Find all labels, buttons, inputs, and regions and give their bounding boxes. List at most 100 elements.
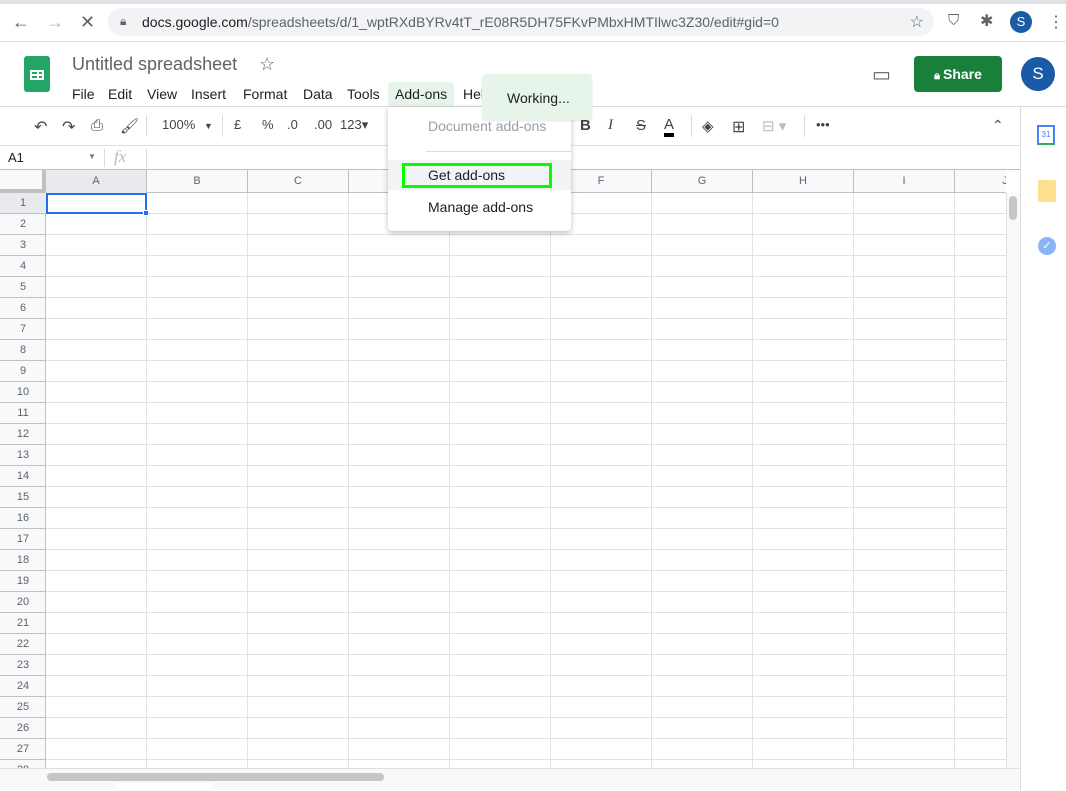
currency-button[interactable]: £ <box>234 117 241 132</box>
row-header-20[interactable]: 20 <box>0 592 46 613</box>
row-header-1[interactable]: 1 <box>0 193 46 214</box>
row-header-19[interactable]: 19 <box>0 571 46 592</box>
browser-menu-icon[interactable]: ⋮ <box>1048 12 1064 32</box>
row-header-25[interactable]: 25 <box>0 697 46 718</box>
spreadsheet-grid[interactable]: ABCDEFGHIJ 12345678910111213141516171819… <box>0 170 1006 768</box>
increase-decimal-button[interactable]: .00 <box>314 117 332 132</box>
row-header-6[interactable]: 6 <box>0 298 46 319</box>
borders-icon[interactable]: ⊞ <box>732 117 745 137</box>
cells-area[interactable] <box>46 193 1006 768</box>
tab-strip <box>0 0 1066 4</box>
fill-color-icon[interactable]: ◈ <box>702 117 714 135</box>
keep-icon[interactable] <box>1038 180 1056 202</box>
side-panel: 31 ✓ <box>1020 107 1066 790</box>
row-header-5[interactable]: 5 <box>0 277 46 298</box>
horizontal-scrollbar[interactable] <box>0 768 1020 791</box>
menu-view[interactable]: View <box>140 82 184 106</box>
working-toast: Working... <box>482 74 592 120</box>
row-header-2[interactable]: 2 <box>0 214 46 235</box>
row-header-28[interactable]: 28 <box>0 760 46 768</box>
row-header-18[interactable]: 18 <box>0 550 46 571</box>
select-all-corner[interactable] <box>0 170 46 193</box>
stop-loading-icon[interactable]: ✕ <box>80 12 95 33</box>
vertical-scrollbar[interactable] <box>1006 193 1020 768</box>
row-header-17[interactable]: 17 <box>0 529 46 550</box>
selected-cell-a1[interactable] <box>46 193 147 214</box>
print-icon[interactable]: ⎙ <box>91 117 103 134</box>
menu-item-manage-addons[interactable]: Manage add-ons <box>388 192 571 222</box>
account-avatar[interactable]: S <box>1021 57 1055 91</box>
fill-handle[interactable] <box>143 210 149 216</box>
row-header-8[interactable]: 8 <box>0 340 46 361</box>
row-header-13[interactable]: 13 <box>0 445 46 466</box>
row-header-27[interactable]: 27 <box>0 739 46 760</box>
document-title[interactable]: Untitled spreadsheet <box>72 54 237 75</box>
row-header-15[interactable]: 15 <box>0 487 46 508</box>
address-bar[interactable]: 🔒︎ docs.google.com/spreadsheets/d/1_wptR… <box>108 8 934 36</box>
strikethrough-button[interactable]: S <box>636 117 646 134</box>
paint-format-icon[interactable]: 🖌︎ <box>120 117 139 135</box>
italic-button[interactable]: I <box>608 117 613 134</box>
zoom-select[interactable]: 100% <box>162 117 195 132</box>
menu-file[interactable]: File <box>65 82 102 106</box>
merge-cells-icon[interactable]: ⊟ ▾ <box>762 117 786 135</box>
menu-edit[interactable]: Edit <box>101 82 139 106</box>
fx-icon: fx <box>114 147 127 166</box>
column-header-i[interactable]: I <box>854 170 955 193</box>
row-header-24[interactable]: 24 <box>0 676 46 697</box>
zoom-dropdown-icon[interactable]: ▼ <box>204 121 213 131</box>
row-headers: 1 2 3 4 5 6 7 8 9 10 11 12 13 14 15 16 17 18 19 20 21 22 23 24 2… <box>0 193 46 768</box>
star-icon[interactable]: ☆ <box>259 54 275 75</box>
bookmark-star-icon[interactable]: ☆ <box>910 12 924 32</box>
tasks-icon[interactable]: ✓ <box>1038 237 1056 255</box>
percent-button[interactable]: % <box>262 117 274 132</box>
name-box[interactable]: A1 <box>8 150 24 165</box>
row-header-21[interactable]: 21 <box>0 613 46 634</box>
horizontal-scroll-thumb[interactable] <box>47 773 384 781</box>
back-icon[interactable]: ← <box>12 12 30 33</box>
share-label: Share <box>943 66 982 82</box>
name-box-dropdown-icon[interactable]: ▼ <box>88 152 96 161</box>
menu-addons[interactable]: Add-ons <box>388 82 455 106</box>
shield-extension-icon[interactable]: ⛉ <box>948 12 959 29</box>
row-header-7[interactable]: 7 <box>0 319 46 340</box>
row-header-3[interactable]: 3 <box>0 235 46 256</box>
column-header-g[interactable]: G <box>652 170 753 193</box>
row-header-10[interactable]: 10 <box>0 382 46 403</box>
calendar-icon[interactable]: 31 <box>1037 125 1055 145</box>
row-header-11[interactable]: 11 <box>0 403 46 424</box>
row-header-23[interactable]: 23 <box>0 655 46 676</box>
comments-icon[interactable]: ▭ <box>872 62 891 87</box>
decrease-decimal-button[interactable]: .0 <box>287 117 298 132</box>
row-header-14[interactable]: 14 <box>0 466 46 487</box>
row-header-26[interactable]: 26 <box>0 718 46 739</box>
row-header-22[interactable]: 22 <box>0 634 46 655</box>
column-header-j[interactable]: J <box>955 170 1006 193</box>
more-icon[interactable]: ••• <box>816 117 830 132</box>
menu-item-get-addons[interactable]: Get add-ons <box>388 160 571 190</box>
row-header-4[interactable]: 4 <box>0 256 46 277</box>
column-header-a[interactable]: A <box>46 170 147 193</box>
forward-icon[interactable]: → <box>46 12 64 33</box>
column-header-h[interactable]: H <box>753 170 854 193</box>
share-button[interactable]: 🔒︎ Share <box>914 56 1002 92</box>
column-header-b[interactable]: B <box>147 170 248 193</box>
menu-insert[interactable]: Insert <box>184 82 233 106</box>
menu-format[interactable]: Format <box>236 82 294 106</box>
sheets-logo-icon[interactable] <box>24 56 50 92</box>
row-header-12[interactable]: 12 <box>0 424 46 445</box>
formula-input[interactable] <box>156 150 996 168</box>
text-color-button[interactable]: A <box>664 117 675 137</box>
redo-icon[interactable]: ↷ <box>62 117 75 137</box>
row-header-16[interactable]: 16 <box>0 508 46 529</box>
row-header-9[interactable]: 9 <box>0 361 46 382</box>
collapse-chevron-icon[interactable]: ⌃ <box>992 117 1004 134</box>
extensions-puzzle-icon[interactable]: ✱ <box>980 11 993 31</box>
more-formats-button[interactable]: 123▾ <box>340 117 368 133</box>
menu-tools[interactable]: Tools <box>340 82 387 106</box>
undo-icon[interactable]: ↶ <box>34 117 47 137</box>
vertical-scroll-thumb[interactable] <box>1009 196 1017 220</box>
menu-data[interactable]: Data <box>296 82 340 106</box>
profile-avatar[interactable]: S <box>1010 11 1032 33</box>
column-header-c[interactable]: C <box>248 170 349 193</box>
